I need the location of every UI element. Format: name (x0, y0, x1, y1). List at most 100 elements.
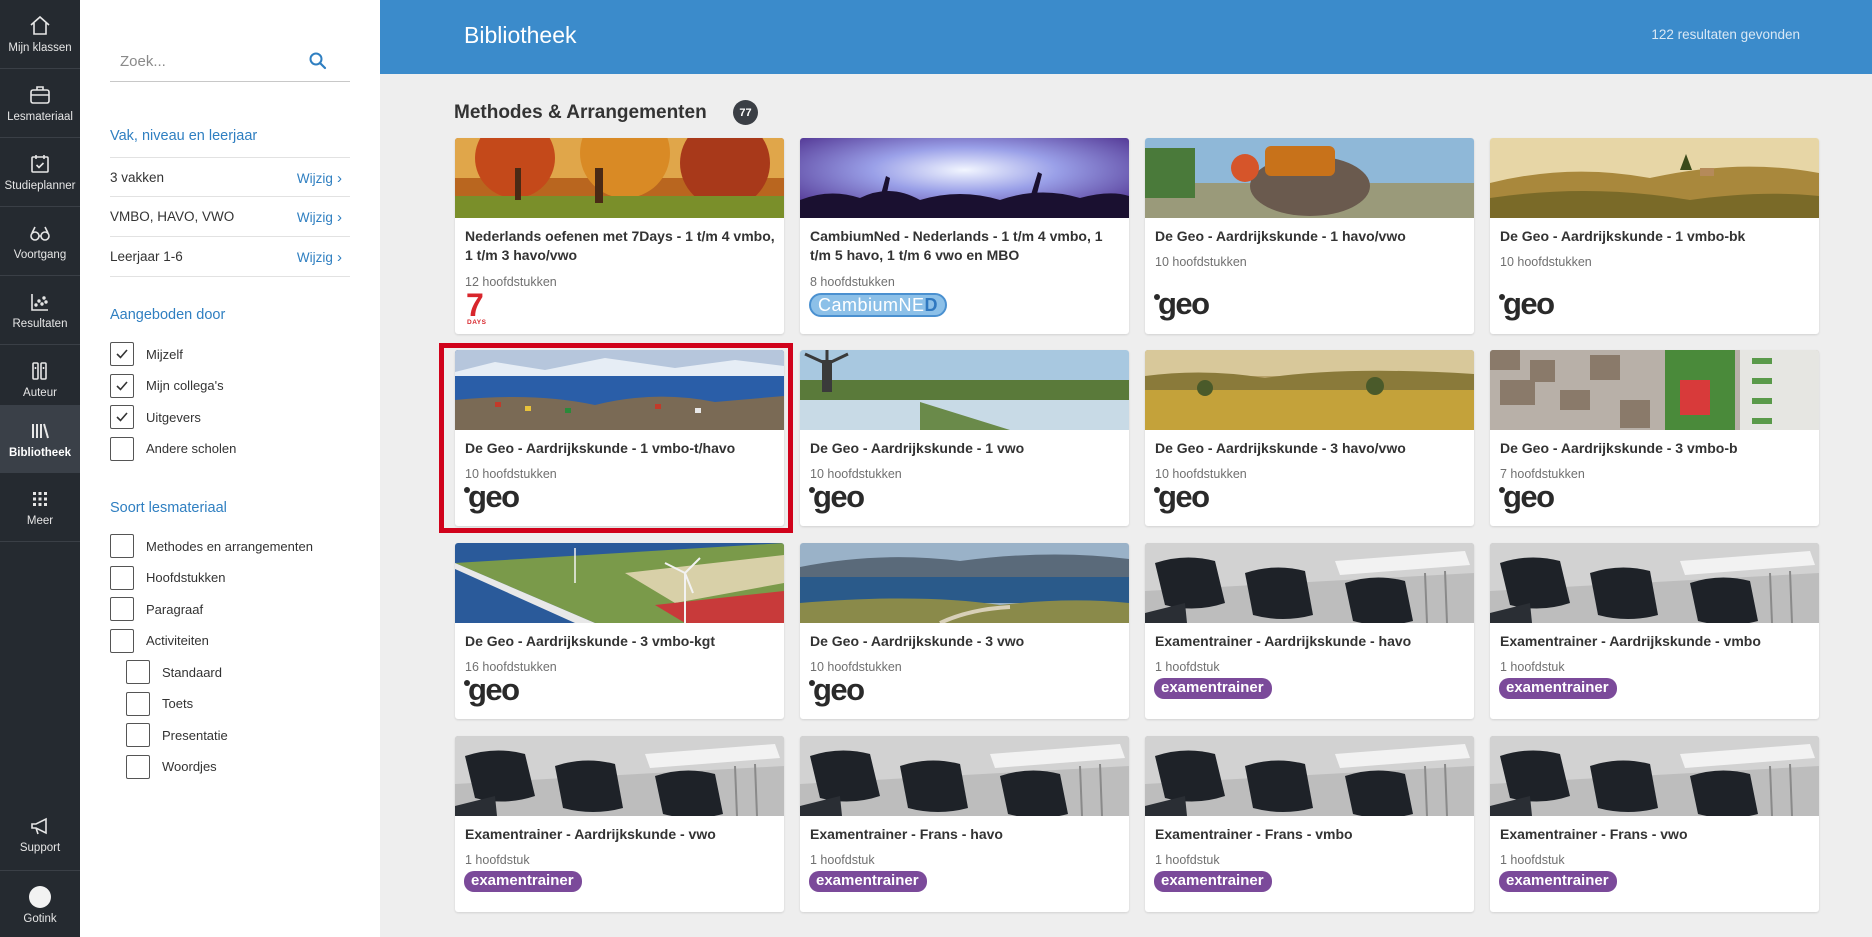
checkbox-label: Presentatie (162, 727, 228, 743)
filter-row-label: VMBO, HAVO, VWO (110, 209, 235, 224)
wijzig-link[interactable]: Wijzig (297, 209, 342, 226)
card-title: Examentrainer - Frans - havo (810, 826, 1003, 842)
card-title: Examentrainer - Aardrijkskunde - vwo (465, 826, 716, 842)
checkbox-box[interactable] (110, 342, 134, 366)
checkbox-andere-scholen[interactable]: Andere scholen (110, 436, 236, 461)
library-card[interactable]: De Geo - Aardrijkskunde - 1 vmbo-bk 10 ho… (1490, 138, 1819, 334)
nav-label: Lesmateriaal (7, 111, 73, 123)
checkbox-methodes-en-arrangementen[interactable]: Methodes en arrangementen (110, 534, 313, 558)
library-card[interactable]: De Geo - Aardrijkskunde - 1 havo/vwo 10 h… (1145, 138, 1474, 334)
checkbox-box[interactable] (110, 405, 134, 429)
page-header: Bibliotheek 122 resultaten gevonden (380, 0, 1872, 74)
main-nav: Mijn klassen Lesmateriaal Studieplanner … (0, 0, 80, 937)
card-chapter-count: 1 hoofdstuk (465, 853, 530, 867)
geo-logo: geo (809, 672, 869, 710)
filter-row-leerjaar: Leerjaar 1-6 Wijzig (110, 237, 350, 277)
card-image (1145, 350, 1474, 430)
examentrainer-logo: examentrainer (1154, 871, 1272, 892)
nav-item-bibliotheek[interactable]: Bibliotheek (0, 405, 80, 473)
library-card[interactable]: Examentrainer - Frans - vwo 1 hoofdstuk ex… (1490, 736, 1819, 912)
card-title: De Geo - Aardrijkskunde - 3 vwo (810, 633, 1025, 649)
checkbox-toets[interactable]: Toets (126, 691, 193, 716)
checkbox-mijn-collega-s[interactable]: Mijn collega's (110, 373, 224, 398)
card-image (455, 543, 784, 623)
card-chapter-count: 10 hoofdstukken (1500, 255, 1592, 269)
results-count: 122 resultaten gevonden (1651, 27, 1800, 42)
nav-item-resultaten[interactable]: Resultaten (0, 276, 80, 344)
nav-item-mijn-klassen[interactable]: Mijn klassen (0, 0, 80, 68)
library-card[interactable]: De Geo - Aardrijkskunde - 1 vwo 10 hoofds… (800, 350, 1129, 526)
card-image (1145, 543, 1474, 623)
examentrainer-logo: examentrainer (1499, 871, 1617, 892)
checkbox-woordjes[interactable]: Woordjes (126, 754, 217, 779)
checkbox-presentatie[interactable]: Presentatie (126, 723, 228, 747)
checkbox-hoofdstukken[interactable]: Hoofdstukken (110, 565, 226, 590)
card-title: CambiumNed - Nederlands - 1 t/m 4 vmbo, … (810, 228, 1103, 263)
nav-item-studieplanner[interactable]: Studieplanner (0, 138, 80, 206)
nav-label: Resultaten (12, 318, 68, 330)
library-card[interactable]: Examentrainer - Aardrijkskunde - havo 1 h… (1145, 543, 1474, 719)
checkbox-box[interactable] (126, 723, 150, 747)
checkbox-box[interactable] (126, 660, 150, 684)
library-card[interactable]: De Geo - Aardrijkskunde - 1 vmbo-t/havo 1… (455, 350, 784, 526)
checkbox-uitgevers[interactable]: Uitgevers (110, 405, 201, 429)
library-card[interactable]: Examentrainer - Frans - havo 1 hoofdstuk e… (800, 736, 1129, 912)
section-title-vak: Vak, niveau en leerjaar (110, 128, 258, 144)
card-chapter-count: 8 hoofdstukken (810, 275, 895, 289)
card-title: Examentrainer - Frans - vwo (1500, 826, 1688, 842)
nav-item-lesmateriaal[interactable]: Lesmateriaal (0, 69, 80, 137)
wijzig-link[interactable]: Wijzig (297, 170, 342, 187)
grid-icon (33, 492, 47, 506)
library-card[interactable]: Examentrainer - Aardrijkskunde - vwo 1 ho… (455, 736, 784, 912)
checkmark-icon (116, 412, 128, 422)
nav-item-voortgang[interactable]: Voortgang (0, 207, 80, 275)
examentrainer-logo: examentrainer (1154, 678, 1272, 699)
nav-item-support[interactable]: Support (0, 800, 80, 868)
card-image (800, 543, 1129, 623)
scatter-chart-icon (31, 294, 48, 311)
checkbox-paragraaf[interactable]: Paragraaf (110, 597, 203, 621)
library-card[interactable]: CambiumNed - Nederlands - 1 t/m 4 vmbo, … (800, 138, 1129, 334)
search-input[interactable] (110, 42, 310, 80)
library-card[interactable]: Examentrainer - Frans - vmbo 1 hoofdstuk e… (1145, 736, 1474, 912)
nav-label: Mijn klassen (8, 42, 72, 54)
library-card[interactable]: Nederlands oefenen met 7Days - 1 t/m 4 v… (455, 138, 784, 334)
filter-row-niveau: VMBO, HAVO, VWO Wijzig (110, 197, 350, 237)
checkbox-activiteiten[interactable]: Activiteiten (110, 628, 209, 653)
card-chapter-count: 1 hoofdstuk (1155, 660, 1220, 674)
examentrainer-logo: examentrainer (809, 871, 927, 892)
megaphone-icon (31, 817, 47, 835)
checkbox-box[interactable] (110, 597, 134, 621)
checkbox-box[interactable] (110, 565, 134, 590)
wijzig-link[interactable]: Wijzig (297, 249, 342, 266)
checkbox-box[interactable] (126, 691, 150, 716)
library-card[interactable]: De Geo - Aardrijkskunde - 3 vmbo-kgt 16 h… (455, 543, 784, 719)
library-icon (32, 423, 49, 439)
library-card[interactable]: De Geo - Aardrijkskunde - 3 vwo 10 hoofds… (800, 543, 1129, 719)
checkbox-label: Mijzelf (146, 346, 183, 362)
geo-logo: geo (809, 479, 869, 517)
library-card[interactable]: De Geo - Aardrijkskunde - 3 havo/vwo 10 h… (1145, 350, 1474, 526)
checkbox-box[interactable] (110, 373, 134, 398)
examentrainer-logo: examentrainer (1499, 678, 1617, 699)
card-image (455, 350, 784, 430)
card-image (1490, 736, 1819, 816)
search-icon[interactable] (308, 51, 328, 71)
checkbox-box[interactable] (110, 436, 134, 461)
card-title: Nederlands oefenen met 7Days - 1 t/m 4 v… (465, 228, 775, 263)
checkbox-standaard[interactable]: Standaard (126, 660, 222, 684)
checkbox-box[interactable] (126, 754, 150, 779)
nav-item-user[interactable]: Gotink (0, 871, 80, 937)
checkbox-mijzelf[interactable]: Mijzelf (110, 342, 183, 366)
nav-item-meer[interactable]: Meer (0, 473, 80, 541)
checkbox-box[interactable] (110, 628, 134, 653)
nav-label: Bibliotheek (9, 447, 71, 459)
card-title: De Geo - Aardrijkskunde - 3 havo/vwo (1155, 440, 1406, 456)
library-card[interactable]: Examentrainer - Aardrijkskunde - vmbo 1 h… (1490, 543, 1819, 719)
checkbox-box[interactable] (110, 534, 134, 558)
library-card[interactable]: De Geo - Aardrijkskunde - 3 vmbo-b 7 hoof… (1490, 350, 1819, 526)
checkbox-label: Mijn collega's (146, 378, 224, 393)
card-image (800, 350, 1129, 430)
nav-item-auteur[interactable]: Auteur (0, 345, 80, 413)
checkbox-label: Standaard (162, 664, 222, 680)
